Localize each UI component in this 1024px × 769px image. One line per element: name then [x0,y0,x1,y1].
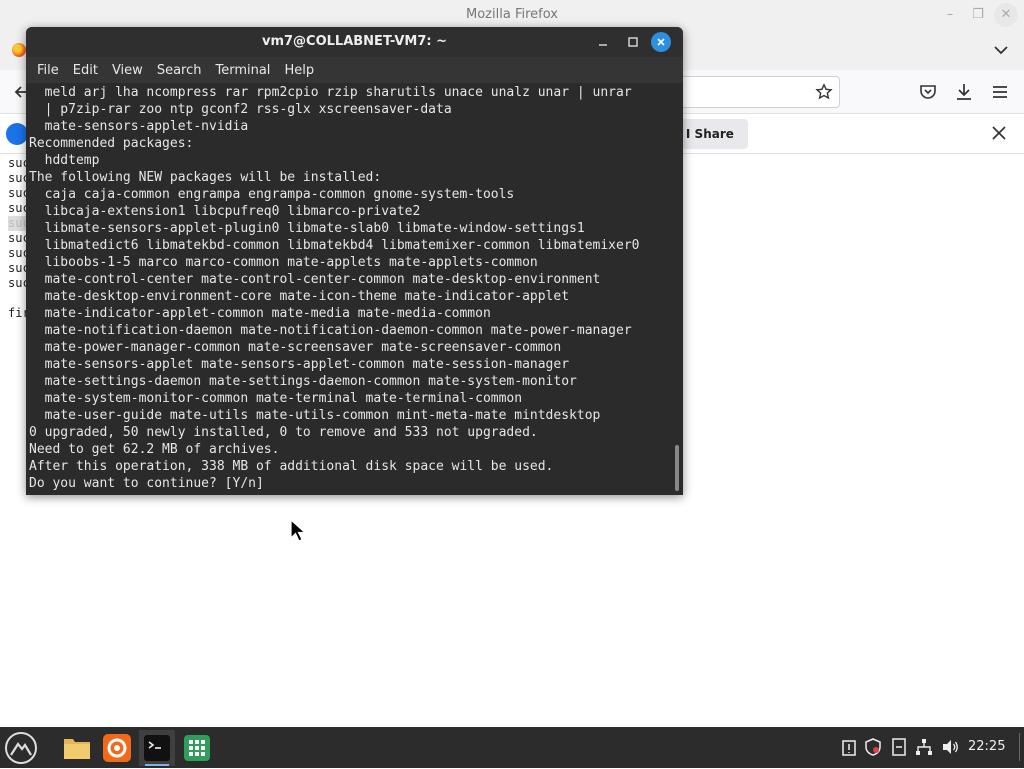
terminal-line: mate-power-manager-common mate-screensav… [29,340,562,355]
volume-icon[interactable] [941,738,959,756]
terminal-line: 0 upgraded, 50 newly installed, 0 to rem… [29,425,538,440]
menu-search[interactable]: Search [150,63,209,78]
terminal-scrollbar-thumb[interactable] [675,445,679,491]
terminal-line: hddtemp [29,153,100,168]
menu-help[interactable]: Help [277,63,321,78]
terminal-window[interactable]: vm7@COLLABNET-VM7: ~ File Edit View Sear… [26,27,683,495]
download-icon[interactable] [954,82,974,102]
terminal-line: Recommended packages: [29,136,194,151]
taskbar: 22:25 [0,727,1024,768]
menu-file[interactable]: File [30,63,66,78]
terminal-line: mate-desktop-environment-core mate-icon-… [29,289,570,304]
terminal-line: After this operation, 338 MB of addition… [29,459,554,474]
files-app-icon[interactable] [59,730,95,766]
firefox-tab-favicon-icon[interactable] [12,43,26,57]
terminal-scrollbar[interactable] [673,83,681,495]
firefox-titlebar: Mozilla Firefox – ❐ ✕ [0,0,1024,30]
taskbar-clock[interactable]: 22:25 [968,739,1005,754]
menu-terminal[interactable]: Terminal [208,63,277,78]
terminal-line: mate-notification-daemon mate-notificati… [29,323,632,338]
bookmark-star-icon[interactable] [815,83,833,101]
terminal-line: liboobs-1-5 marco marco-common mate-appl… [29,255,538,270]
terminal-line: mate-control-center mate-control-center-… [29,272,601,287]
terminal-output[interactable]: meld arj lha ncompress rar rpm2cpio rzip… [26,83,671,495]
menu-edit[interactable]: Edit [66,63,105,78]
terminal-line: libmate-sensors-applet-plugin0 libmate-s… [29,221,585,236]
network-icon[interactable] [915,738,933,756]
terminal-line: | p7zip-rar zoo ntp gconf2 rss-glx xscre… [29,102,452,117]
update-manager-icon[interactable] [890,738,908,756]
terminal-line: libcaja-extension1 libcpufreq0 libmarco-… [29,204,421,219]
terminal-line: mate-sensors-applet mate-sensors-applet-… [29,357,570,372]
firefox-app-icon[interactable] [99,730,135,766]
terminal-line: mate-user-guide mate-utils mate-utils-co… [29,408,601,423]
terminal-line: libmatedict6 libmatekbd-common libmatekb… [29,238,640,253]
terminal-line: caja caja-common engrampa engrampa-commo… [29,187,515,202]
terminal-line: mate-system-monitor-common mate-terminal… [29,391,523,406]
terminal-menu-bar: File Edit View Search Terminal Help [26,57,683,83]
terminal-title: vm7@COLLABNET-VM7: ~ [261,34,448,49]
hamburger-menu-icon[interactable] [990,82,1010,102]
menu-view[interactable]: View [105,63,150,78]
terminal-line: meld arj lha ncompress rar rpm2cpio rzip… [29,85,632,100]
maximize-icon[interactable] [622,31,644,53]
firefox-close-button[interactable]: ✕ [994,3,1018,27]
terminal-app-icon[interactable] [139,730,175,766]
terminal-line: mate-sensors-applet-nvidia [29,119,249,134]
close-icon[interactable] [990,124,1008,142]
firefox-minimize-button[interactable]: – [938,3,962,27]
spreadsheet-app-icon[interactable] [179,730,215,766]
terminal-prompt-line: Do you want to continue? [Y/n] [29,476,264,491]
firefox-maximize-button[interactable]: ❐ [966,3,990,27]
mouse-pointer-icon [290,518,308,543]
close-icon[interactable] [651,32,671,52]
clipboard-icon[interactable] [840,738,858,756]
terminal-titlebar[interactable]: vm7@COLLABNET-VM7: ~ [26,27,683,57]
terminal-line: Need to get 62.2 MB of archives. [29,442,280,457]
terminal-line: The following NEW packages will be insta… [29,170,382,185]
notification-info-icon [6,123,28,145]
terminal-line: mate-indicator-applet-common mate-media … [29,306,491,321]
pocket-icon[interactable] [918,82,938,102]
start-menu-icon[interactable] [4,731,38,765]
minimize-icon[interactable] [592,31,614,53]
terminal-line: mate-settings-daemon mate-settings-daemo… [29,374,577,389]
chevron-down-icon[interactable] [990,39,1012,61]
firefox-window-title: Mozilla Firefox [466,7,558,22]
show-desktop-button[interactable] [1019,733,1020,761]
shield-icon[interactable] [864,738,882,756]
